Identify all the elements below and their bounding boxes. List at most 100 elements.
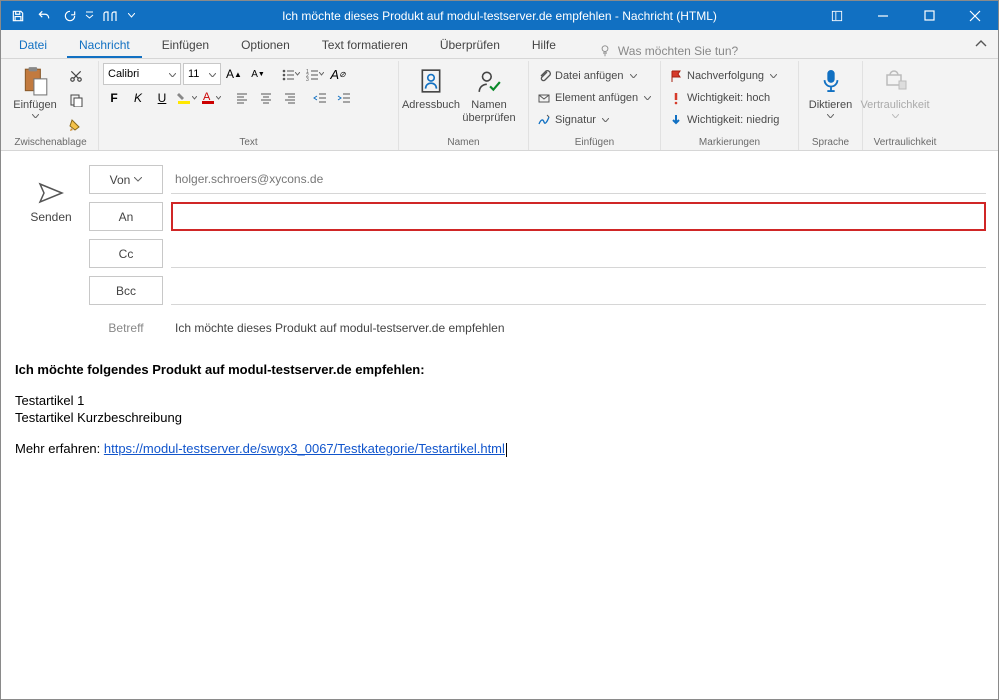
importance-low-icon	[669, 113, 683, 127]
bcc-button[interactable]: Bcc	[89, 276, 163, 305]
group-text: Calibri 11 A▲ A▼ 123 A⊘ F K U A	[99, 61, 399, 150]
ribbon: Einfügen Zwischenablage Calibri 11 A▲ A▼…	[1, 59, 998, 151]
group-clipboard: Einfügen Zwischenablage	[3, 61, 99, 150]
signature-button[interactable]: Signatur	[533, 109, 655, 131]
attach-item-button[interactable]: Element anfügen	[533, 87, 655, 109]
bold-button[interactable]: F	[103, 87, 125, 109]
highlight-color-button[interactable]	[175, 87, 197, 109]
group-text-label: Text	[103, 135, 394, 150]
window-controls	[814, 1, 998, 30]
clear-format-button[interactable]: A⊘	[327, 63, 349, 85]
decrease-indent-button[interactable]	[309, 87, 331, 109]
group-names-label: Namen	[403, 135, 524, 150]
minimize-button[interactable]	[860, 1, 906, 30]
sensitivity-button: Vertraulichkeit	[867, 63, 923, 118]
font-size-select[interactable]: 11	[183, 63, 221, 85]
microphone-icon	[820, 65, 842, 97]
bullet-list-button[interactable]	[279, 63, 301, 85]
tell-me-search[interactable]: Was möchten Sie tun?	[598, 44, 738, 58]
undo-button[interactable]	[31, 1, 57, 30]
group-voice: Diktieren Sprache	[799, 61, 863, 150]
paste-button[interactable]: Einfügen	[7, 63, 63, 118]
qat-more-icon[interactable]	[83, 1, 95, 30]
from-button[interactable]: Von	[89, 165, 163, 194]
cut-button[interactable]	[65, 65, 87, 87]
align-center-button[interactable]	[255, 87, 277, 109]
format-painter-button[interactable]	[65, 113, 87, 135]
tab-format[interactable]: Text formatieren	[310, 32, 420, 58]
tab-insert[interactable]: Einfügen	[150, 32, 221, 58]
body-learn-more: Mehr erfahren: https://modul-testserver.…	[15, 441, 984, 457]
subject-label: Betreff	[89, 313, 163, 342]
ribbon-tabs: Datei Nachricht Einfügen Optionen Text f…	[1, 30, 998, 59]
group-include: Datei anfügen Element anfügen Signatur E…	[529, 61, 661, 150]
group-voice-label: Sprache	[803, 135, 858, 150]
italic-button[interactable]: K	[127, 87, 149, 109]
from-field[interactable]	[171, 165, 986, 194]
bcc-field[interactable]	[171, 276, 986, 305]
chevron-down-icon	[827, 114, 834, 118]
check-names-button[interactable]: Namen überprüfen	[461, 63, 517, 125]
close-button[interactable]	[952, 1, 998, 30]
send-button[interactable]: Senden	[17, 165, 85, 241]
group-clipboard-label: Zwischenablage	[7, 135, 94, 150]
paste-label: Einfügen	[13, 99, 56, 112]
dictate-button[interactable]: Diktieren	[803, 63, 858, 118]
tab-help[interactable]: Hilfe	[520, 32, 568, 58]
importance-low-button[interactable]: Wichtigkeit: niedrig	[665, 109, 783, 131]
maximize-button[interactable]	[906, 1, 952, 30]
followup-button[interactable]: Nachverfolgung	[665, 65, 783, 87]
save-button[interactable]	[5, 1, 31, 30]
font-color-button[interactable]: A	[199, 87, 221, 109]
tab-options[interactable]: Optionen	[229, 32, 302, 58]
group-sensitivity-label: Vertraulichkeit	[867, 135, 943, 150]
cc-field[interactable]	[171, 239, 986, 268]
body-link[interactable]: https://modul-testserver.de/swgx3_0067/T…	[104, 441, 505, 456]
to-field[interactable]	[171, 202, 986, 231]
send-icon	[38, 182, 64, 204]
tab-message[interactable]: Nachricht	[67, 32, 142, 58]
group-tags: Nachverfolgung Wichtigkeit: hoch Wichtig…	[661, 61, 799, 150]
tab-review[interactable]: Überprüfen	[428, 32, 512, 58]
svg-text:3: 3	[306, 77, 309, 81]
qat-dropdown-icon[interactable]	[125, 1, 137, 30]
group-tags-label: Markierungen	[665, 135, 794, 150]
text-cursor	[506, 443, 507, 457]
item-icon	[537, 91, 551, 105]
addressbook-button[interactable]: Adressbuch	[403, 63, 459, 112]
message-body[interactable]: Ich möchte folgendes Produkt auf modul-t…	[1, 362, 998, 457]
redo-button[interactable]	[57, 1, 83, 30]
collapse-ribbon-button[interactable]	[964, 29, 998, 58]
to-button[interactable]: An	[89, 202, 163, 231]
underline-button[interactable]: U	[151, 87, 173, 109]
body-lead: Ich möchte folgendes Produkt auf modul-t…	[15, 362, 984, 377]
attach-file-button[interactable]: Datei anfügen	[533, 65, 655, 87]
titlebar: Ich möchte dieses Produkt auf modul-test…	[1, 1, 998, 30]
touch-mouse-icon[interactable]	[95, 1, 125, 30]
tell-me-placeholder: Was möchten Sie tun?	[618, 44, 738, 58]
number-list-button[interactable]: 123	[303, 63, 325, 85]
flag-icon	[669, 69, 683, 83]
paperclip-icon	[537, 69, 551, 83]
check-names-icon	[476, 65, 502, 97]
body-line-2: Testartikel Kurzbeschreibung	[15, 410, 984, 425]
subject-field[interactable]	[171, 313, 986, 342]
compose-pane: Senden Von An Cc Bcc Betreff	[1, 151, 998, 350]
increase-font-button[interactable]: A▲	[223, 63, 245, 85]
toolbar-options-button[interactable]	[814, 1, 860, 30]
copy-button[interactable]	[65, 89, 87, 111]
increase-indent-button[interactable]	[333, 87, 355, 109]
clipboard-icon	[22, 65, 48, 97]
font-name-select[interactable]: Calibri	[103, 63, 181, 85]
importance-high-button[interactable]: Wichtigkeit: hoch	[665, 87, 783, 109]
tab-file[interactable]: Datei	[7, 32, 59, 58]
group-include-label: Einfügen	[533, 135, 656, 150]
cc-button[interactable]: Cc	[89, 239, 163, 268]
decrease-font-button[interactable]: A▼	[247, 63, 269, 85]
align-left-button[interactable]	[231, 87, 253, 109]
addressbook-icon	[418, 65, 444, 97]
group-names: Adressbuch Namen überprüfen Namen	[399, 61, 529, 150]
signature-icon	[537, 113, 551, 127]
chevron-down-icon	[892, 114, 899, 118]
align-right-button[interactable]	[279, 87, 301, 109]
